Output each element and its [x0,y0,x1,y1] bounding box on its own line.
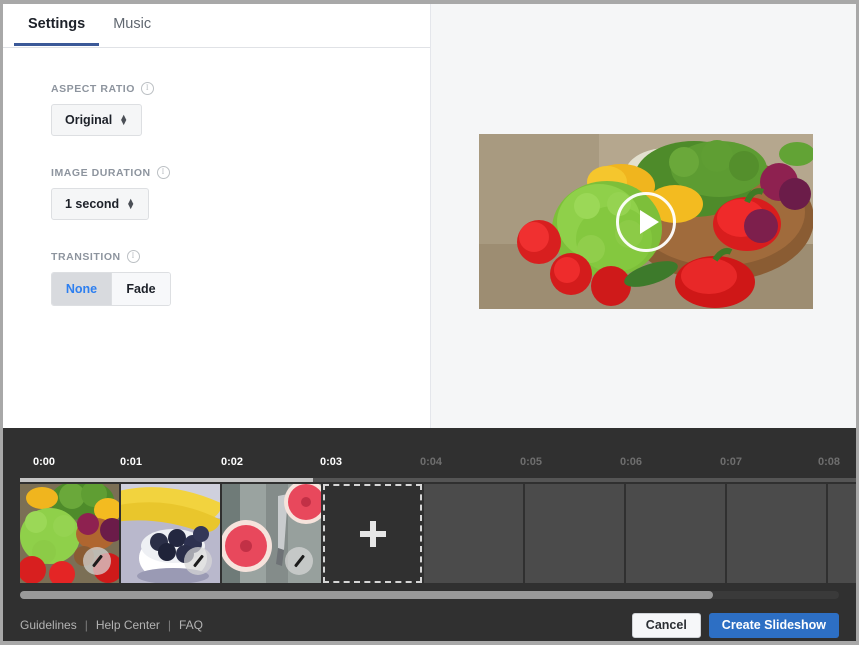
info-icon[interactable]: i [127,250,140,263]
empty-slot[interactable] [525,484,624,583]
edit-photo-button[interactable] [83,547,111,575]
filmstrip [20,484,856,583]
empty-slot[interactable] [727,484,826,583]
preview-panel [430,4,856,428]
aspect-ratio-select[interactable]: Original ▲▼ [51,104,142,136]
chevron-updown-icon: ▲▼ [119,115,128,125]
image-duration-field: IMAGE DURATION i 1 second ▲▼ [51,166,430,220]
footer-links: Guidelines | Help Center | FAQ [20,618,203,632]
edit-photo-button[interactable] [285,547,313,575]
timeline-frame-vegetables[interactable] [20,484,119,583]
edit-photo-button[interactable] [184,547,212,575]
timeline-scrollbar[interactable] [20,591,839,599]
settings-panel: Settings Music ASPECT RATIO i Original ▲… [3,4,430,428]
create-slideshow-button[interactable]: Create Slideshow [709,613,839,638]
transition-option-fade[interactable]: Fade [111,273,170,305]
pencil-icon [193,555,204,568]
play-button[interactable] [616,192,676,252]
upper-section: Settings Music ASPECT RATIO i Original ▲… [3,4,856,428]
aspect-ratio-value: Original [65,113,112,127]
info-icon[interactable]: i [141,82,154,95]
footer-separator: | [168,618,171,632]
play-icon [640,210,659,234]
timeline-frame-grapefruit[interactable] [222,484,321,583]
time-tick-5: 0:05 [520,456,542,468]
chevron-updown-icon: ▲▼ [126,199,135,209]
transition-label: TRANSITION i [51,250,430,263]
image-duration-label-text: IMAGE DURATION [51,167,151,179]
link-faq[interactable]: FAQ [179,618,203,632]
empty-slot[interactable] [828,484,859,583]
plus-icon [360,521,386,547]
tab-music[interactable]: Music [99,4,165,45]
transition-field: TRANSITION i None Fade [51,250,430,306]
timeline-scrollbar-thumb[interactable] [20,591,713,599]
timeline-frame-banana-blueberries[interactable] [121,484,220,583]
cancel-button[interactable]: Cancel [632,613,701,638]
transition-option-none[interactable]: None [52,273,111,305]
aspect-ratio-label: ASPECT RATIO i [51,82,430,95]
add-photo-slot[interactable] [323,484,422,583]
image-duration-select[interactable]: 1 second ▲▼ [51,188,149,220]
aspect-ratio-field: ASPECT RATIO i Original ▲▼ [51,82,430,136]
time-tick-0: 0:00 [33,456,55,468]
settings-form: ASPECT RATIO i Original ▲▼ IMAGE DURATIO… [3,48,430,306]
aspect-ratio-label-text: ASPECT RATIO [51,83,135,95]
timeline-progress-track[interactable] [20,478,856,482]
time-tick-1: 0:01 [120,456,142,468]
pencil-icon [294,555,305,568]
tab-settings[interactable]: Settings [14,4,99,45]
dialog-footer: Guidelines | Help Center | FAQ Cancel Cr… [20,608,839,642]
transition-toggle-group: None Fade [51,272,171,306]
empty-slot[interactable] [626,484,725,583]
time-tick-8: 0:08 [818,456,840,468]
footer-separator: | [85,618,88,632]
link-help-center[interactable]: Help Center [96,618,160,632]
time-tick-6: 0:06 [620,456,642,468]
time-tick-7: 0:07 [720,456,742,468]
image-duration-label: IMAGE DURATION i [51,166,430,179]
empty-slot[interactable] [424,484,523,583]
image-duration-value: 1 second [65,197,119,211]
transition-label-text: TRANSITION [51,251,121,263]
info-icon[interactable]: i [157,166,170,179]
timeline-progress-fill [20,478,313,482]
footer-buttons: Cancel Create Slideshow [632,613,839,638]
timeline-section: 0:00 0:01 0:02 0:03 0:04 0:05 0:06 0:07 … [3,428,856,641]
slideshow-creator-dialog: Settings Music ASPECT RATIO i Original ▲… [0,0,859,645]
video-preview[interactable] [479,134,813,309]
time-tick-2: 0:02 [221,456,243,468]
time-tick-4: 0:04 [420,456,442,468]
pencil-icon [92,555,103,568]
link-guidelines[interactable]: Guidelines [20,618,77,632]
time-tick-3: 0:03 [320,456,342,468]
tab-bar: Settings Music [3,4,430,48]
timeline-ruler: 0:00 0:01 0:02 0:03 0:04 0:05 0:06 0:07 … [20,456,856,480]
